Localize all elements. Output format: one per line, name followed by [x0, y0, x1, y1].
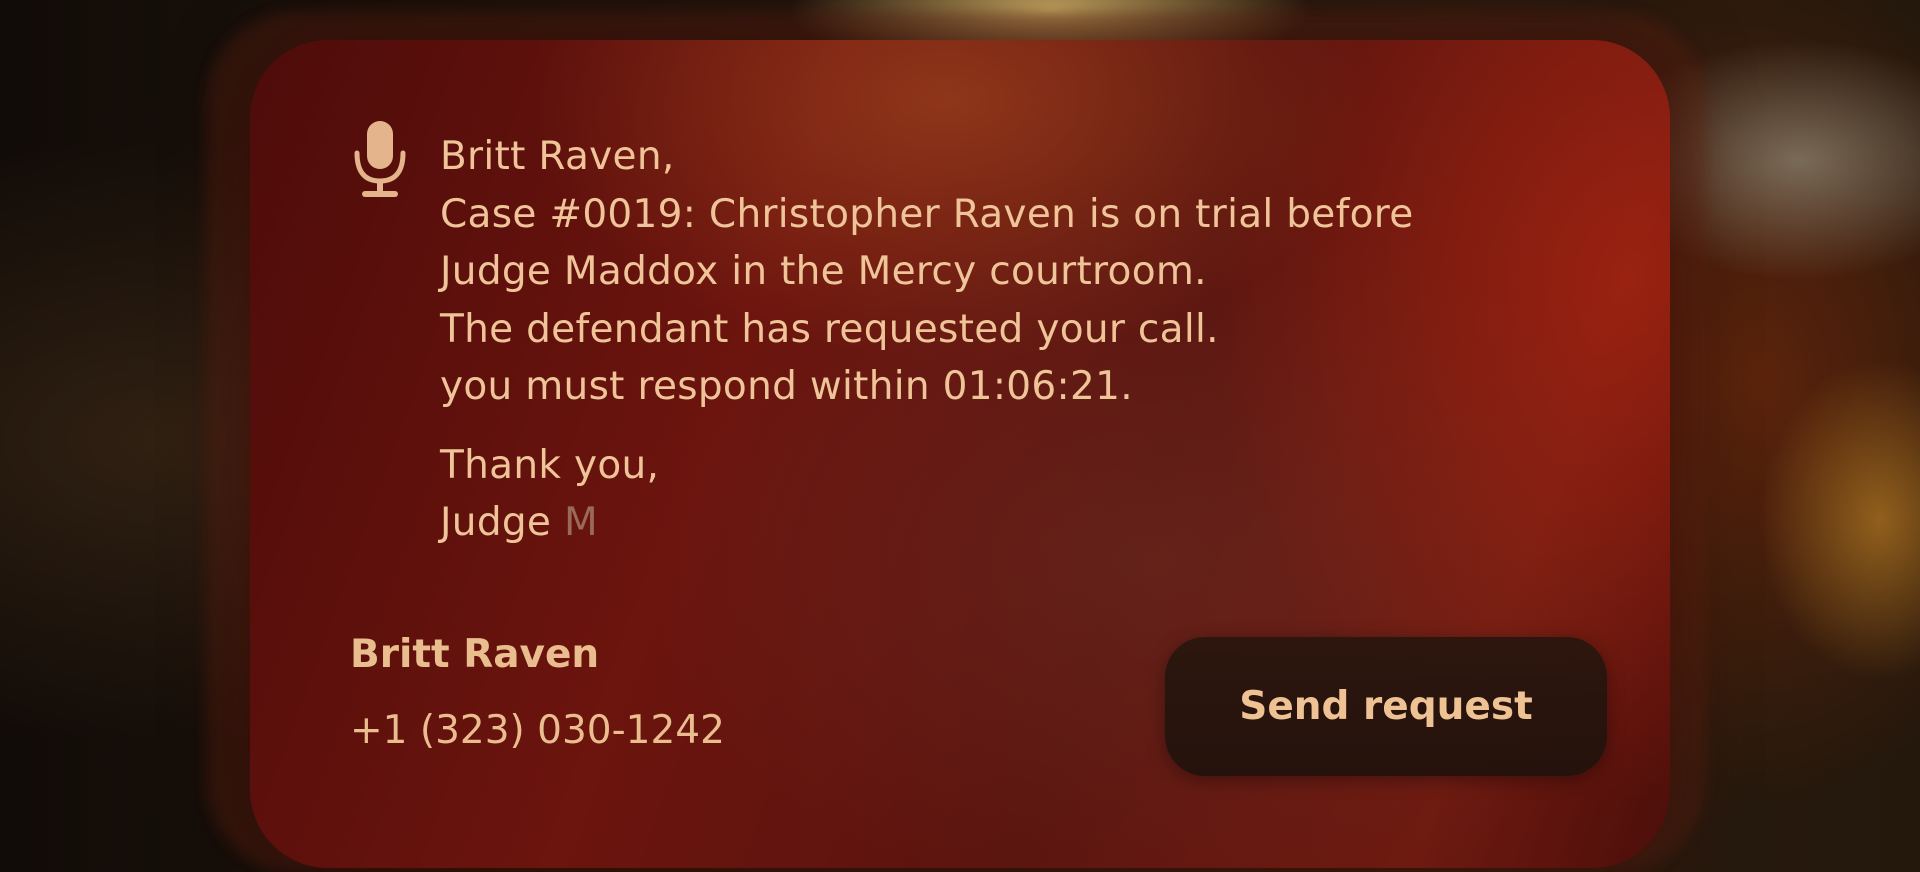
message-line: Case #0019: Christopher Raven is on tria… — [440, 191, 1414, 237]
microphone-icon[interactable] — [350, 120, 410, 200]
message-greeting: Britt Raven, — [440, 134, 675, 179]
background-scene: Britt Raven, Case #0019: Christopher Rav… — [0, 0, 1920, 872]
contact-phone: +1 (323) 030-1242 — [350, 708, 725, 753]
signature-typing-text: M — [563, 500, 598, 545]
send-request-button[interactable]: Send request — [1165, 637, 1607, 776]
message-body: Britt Raven, Case #0019: Christopher Rav… — [440, 128, 1414, 552]
contact-name: Britt Raven — [350, 632, 600, 677]
message-line: The defendant has requested your call. — [440, 306, 1219, 352]
message-line: you must respond within 01:06:21. — [440, 364, 1133, 409]
message-line: Judge Maddox in the Mercy courtroom. — [440, 249, 1207, 294]
message-signature: Judge M — [440, 494, 1414, 552]
signature-text: Judge — [440, 500, 564, 545]
message-closing: Thank you, — [440, 442, 660, 488]
